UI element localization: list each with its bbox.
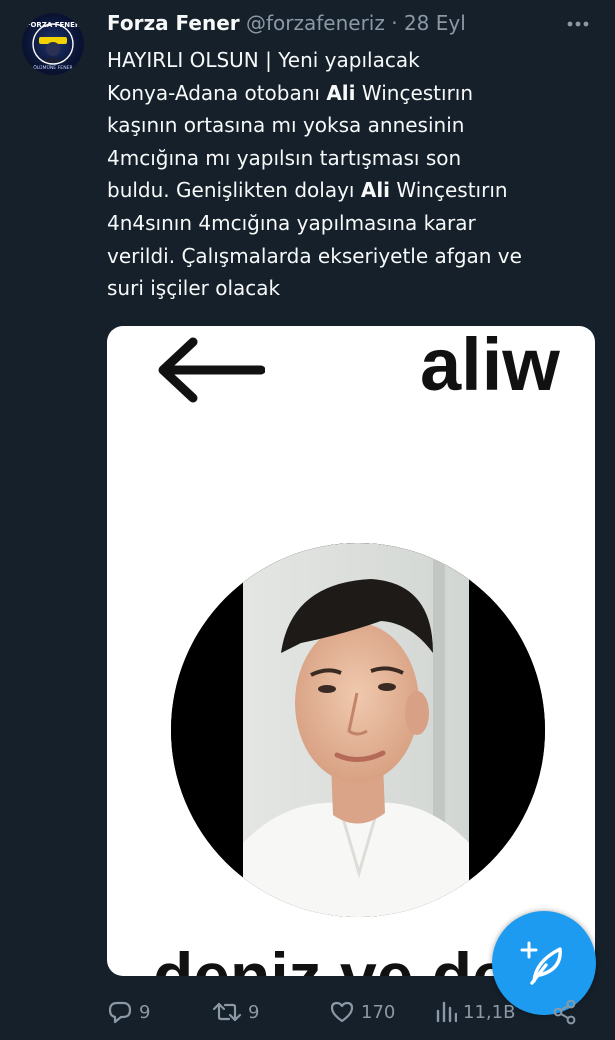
share-icon [553, 999, 576, 1025]
retweet-icon [212, 1002, 242, 1022]
tweet-text: HAYIRLI OLSUN | Yeni yapılacak Konya-Ada… [107, 44, 597, 305]
tweet-line: HAYIRLI OLSUN | Yeni yapılacak [107, 48, 420, 72]
feather-plus-icon [520, 941, 562, 985]
tweet-line: buldu. Genişlikten dolayı [107, 178, 361, 203]
tweet-line: Winçestırın [355, 80, 474, 105]
like-count: 170 [361, 1001, 396, 1023]
mention-bold: Ali [360, 178, 391, 203]
reply-icon [108, 1001, 132, 1024]
tweet-action-bar: 9 9 170 11,1B [0, 992, 615, 1032]
author-handle[interactable]: @forzafeneriz [246, 11, 385, 35]
tweet-line: Winçestırın [390, 178, 508, 203]
tweet-line: kaşının ortasına mı yoksa annesinin [107, 113, 465, 138]
avatar-ring-bottom-text: ÖLÜMÜNE FENER [33, 64, 73, 71]
tweet-line: 4mcığına mı yapılsın tartışması son [107, 145, 462, 170]
media-top-text: aliw [420, 326, 560, 406]
tweet-date[interactable]: 28 Eyl [404, 11, 466, 35]
reply-count: 9 [139, 1001, 151, 1023]
analytics-bar-icon [436, 1001, 457, 1023]
retweet-button[interactable]: 9 [212, 992, 259, 1032]
tweet-media[interactable]: aliw deniz ve de [107, 326, 595, 976]
tweet-header: Forza Fener @forzafeneriz · 28 Eyl [107, 9, 466, 37]
mention-bold: Ali [326, 80, 356, 105]
header-separator: · [384, 11, 404, 35]
tweet-line: suri işçiler olacak [107, 276, 281, 301]
views-button[interactable]: 11,1B [435, 992, 515, 1032]
retweet-count: 9 [248, 1001, 260, 1023]
media-bottom-text: deniz ve de [153, 939, 509, 976]
like-button[interactable]: 170 [329, 992, 395, 1032]
tweet-line: 4n4sının 4mcığına yapılmasına karar [107, 210, 476, 235]
tweet-line: Konya-Adana otobanı [107, 80, 327, 105]
heart-icon [330, 1001, 354, 1023]
profile-photo [171, 543, 545, 917]
view-count: 11,1B [463, 1001, 516, 1023]
more-dots-icon[interactable] [567, 10, 589, 32]
reply-button[interactable]: 9 [107, 992, 150, 1032]
tweet-line: verildi. Çalışmalarda ekseriyetle afgan … [107, 243, 522, 268]
avatar-ring-top-text: FORZA FENER [26, 21, 81, 29]
author-avatar[interactable]: FORZA FENER ÖLÜMÜNE FENER [22, 13, 84, 75]
back-arrow-icon [155, 336, 266, 408]
author-name[interactable]: Forza Fener [107, 11, 240, 35]
share-button[interactable] [553, 992, 583, 1032]
